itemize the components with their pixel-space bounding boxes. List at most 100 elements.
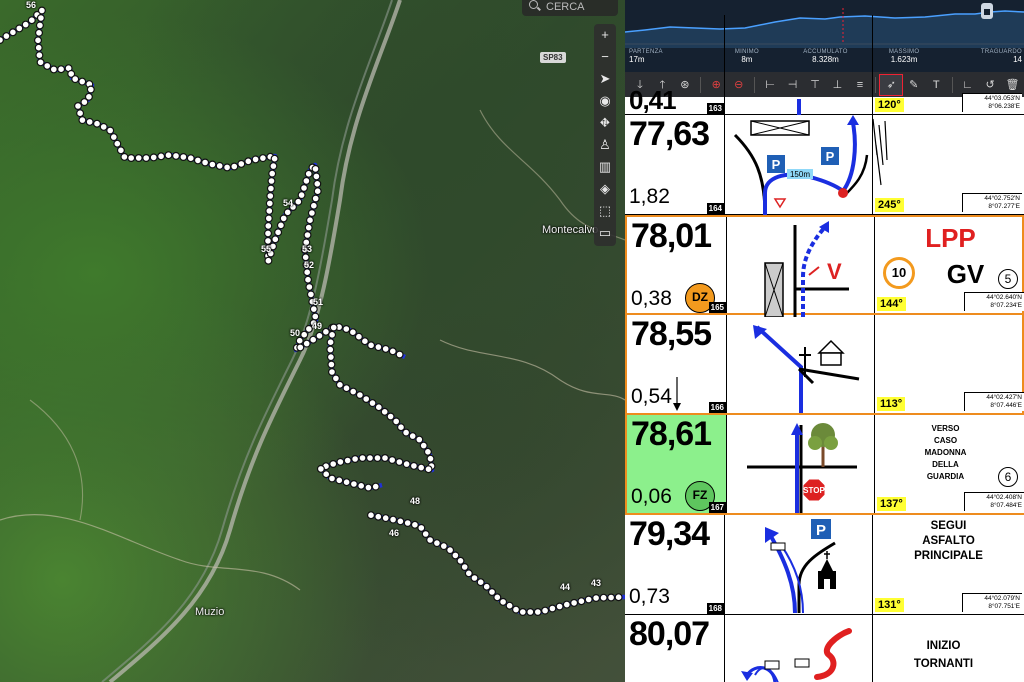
roadbook-row[interactable]: 78,55 0,54 166 113° 44°02.427'N 8°07.446… — [625, 315, 1024, 415]
track-point — [381, 514, 390, 523]
roadbook-row[interactable]: 77,63 1,82 164 P P 150m 245° 44°02.752'N… — [625, 115, 1024, 215]
track-point — [297, 191, 306, 200]
distance-cell: 78,01 0,38 DZ 165 — [627, 217, 727, 313]
track-point — [309, 335, 318, 344]
track-point — [73, 101, 82, 110]
waypoint-label[interactable]: 46 — [389, 528, 399, 538]
tulip-diagram: P — [765, 519, 836, 614]
track-point — [264, 214, 273, 223]
track-point — [555, 602, 564, 611]
roadbook-row[interactable]: 0,41 163 120° 44°03.053'N 8°06.238'E — [625, 15, 1024, 115]
track-point — [402, 428, 411, 437]
track-point — [279, 214, 288, 223]
roadbook-row-selected[interactable]: 78,01 0,38 DZ 165 V LPP 10 GV 5 144° 44°… — [625, 215, 1024, 317]
tulip-cell[interactable]: P P 150m — [725, 115, 873, 215]
tulip-cell[interactable]: V — [727, 217, 875, 317]
track-point — [283, 208, 292, 217]
waypoint-label[interactable]: 48 — [410, 496, 420, 506]
track-point — [584, 595, 593, 604]
info-cell[interactable]: 245° 44°02.752'N 8°07.277'E — [873, 115, 1024, 214]
track-point — [302, 339, 311, 348]
track-point — [357, 481, 366, 490]
layers-icon[interactable]: ◈ — [594, 178, 616, 200]
track-point — [34, 28, 43, 37]
tulip-cell[interactable] — [727, 315, 875, 413]
track-point — [342, 325, 351, 334]
track-point — [343, 456, 352, 465]
track-point — [116, 146, 125, 155]
track-point — [426, 535, 435, 544]
track-point — [311, 164, 320, 173]
waypoint-label[interactable]: 55 — [261, 244, 271, 254]
map-toolbar: + − ➤ ◉ ⛖ ♙ ▥ ◈ ⬚ ▭ — [594, 24, 616, 246]
note-red: LPP — [925, 223, 976, 253]
waypoint-label[interactable]: 56 — [26, 0, 36, 10]
track-point — [99, 122, 108, 131]
track-point — [470, 573, 479, 582]
waypoint-label[interactable]: 44 — [560, 582, 570, 592]
tulip-diagram: STOP — [747, 423, 857, 513]
tulip-diagram — [741, 628, 852, 682]
map-search-field[interactable]: CERCA — [522, 0, 618, 16]
partial-distance: 1,82 — [629, 185, 670, 208]
svg-text:P: P — [816, 522, 826, 539]
track-point — [266, 192, 275, 201]
track-point — [386, 412, 395, 421]
eye-icon[interactable]: ◉ — [594, 90, 616, 112]
tulip-cell[interactable]: STOP — [727, 415, 875, 513]
waypoint-label[interactable]: 50 — [290, 328, 300, 338]
roadbook-row[interactable]: 78,61 0,06 FZ 167 STOP VERSO CASO MADONN… — [625, 415, 1024, 515]
map-overlay — [0, 0, 625, 682]
info-cell[interactable]: SEGUI ASFALTO PRINCIPALE 131° 44°02.079'N 8… — [873, 515, 1024, 614]
track-point — [76, 109, 85, 118]
tulip-cell[interactable]: P — [725, 515, 873, 614]
tulip-cell[interactable] — [725, 15, 873, 115]
waypoint-label[interactable]: 52 — [304, 260, 314, 270]
distance-cell: 79,34 0,73 168 — [625, 515, 725, 614]
road-icon[interactable]: ⛖ — [594, 112, 616, 134]
zoom-in-icon[interactable]: + — [594, 24, 616, 46]
info-cell[interactable]: 113° 44°02.427'N 8°07.446'E — [875, 315, 1024, 413]
track-point — [367, 511, 376, 520]
waypoint-label[interactable]: 49 — [312, 321, 322, 331]
track-point — [305, 283, 314, 292]
waypoint-label[interactable]: 51 — [313, 297, 323, 307]
cursor-icon[interactable]: ➤ — [594, 68, 616, 90]
distance-cell: 80,07 — [625, 615, 725, 682]
track-point — [577, 597, 586, 606]
info-cell[interactable]: INIZIO TORNANTI — [873, 615, 1024, 682]
total-distance: 78,01 — [631, 217, 712, 255]
track-point — [336, 457, 345, 466]
track-point — [389, 515, 398, 524]
info-cell[interactable]: LPP 10 GV 5 144° 44°02.640'N 8°07.234'E — [875, 217, 1024, 313]
track-point — [368, 399, 377, 408]
track-point — [327, 360, 336, 369]
map-icon[interactable]: ▥ — [594, 156, 616, 178]
waypoint-label[interactable]: 54 — [283, 198, 293, 208]
info-cell[interactable]: 120° 44°03.053'N 8°06.238'E — [873, 15, 1024, 114]
track-point — [439, 542, 448, 551]
track-point — [432, 539, 441, 548]
zoom-out-icon[interactable]: − — [594, 46, 616, 68]
person-icon[interactable]: ♙ — [594, 134, 616, 156]
roadbook-row[interactable]: 80,07 INIZIO TORNANTI — [625, 615, 1024, 682]
track-point — [493, 593, 502, 602]
waypoint-label[interactable]: 43 — [591, 578, 601, 588]
satellite-map[interactable]: CERCA SP83 Montecalvo Muzio 56 55 54 53 … — [0, 0, 625, 682]
ruler-icon[interactable]: ▭ — [594, 222, 616, 244]
select-area-icon[interactable]: ⬚ — [594, 200, 616, 222]
track-point — [397, 423, 406, 432]
track-point — [78, 77, 87, 86]
track-point — [342, 478, 351, 487]
track-point — [264, 256, 273, 265]
track-point — [367, 341, 376, 350]
track-point — [460, 562, 469, 571]
waypoint-label[interactable]: 53 — [302, 244, 312, 254]
track-point — [85, 117, 94, 126]
svg-text:P: P — [826, 149, 835, 164]
distance-cell: 0,41 163 — [625, 15, 725, 115]
info-cell[interactable]: VERSO CASO MADONNA DELLA GUARDIA 6 137° 44°0… — [875, 415, 1024, 513]
tulip-cell[interactable] — [725, 615, 873, 682]
roadbook-row[interactable]: 79,34 0,73 168 P SEGUI ASFALTO PRINCIPAL… — [625, 515, 1024, 615]
gps-coordinates: 44°02.752'N 8°07.277'E — [962, 193, 1022, 212]
